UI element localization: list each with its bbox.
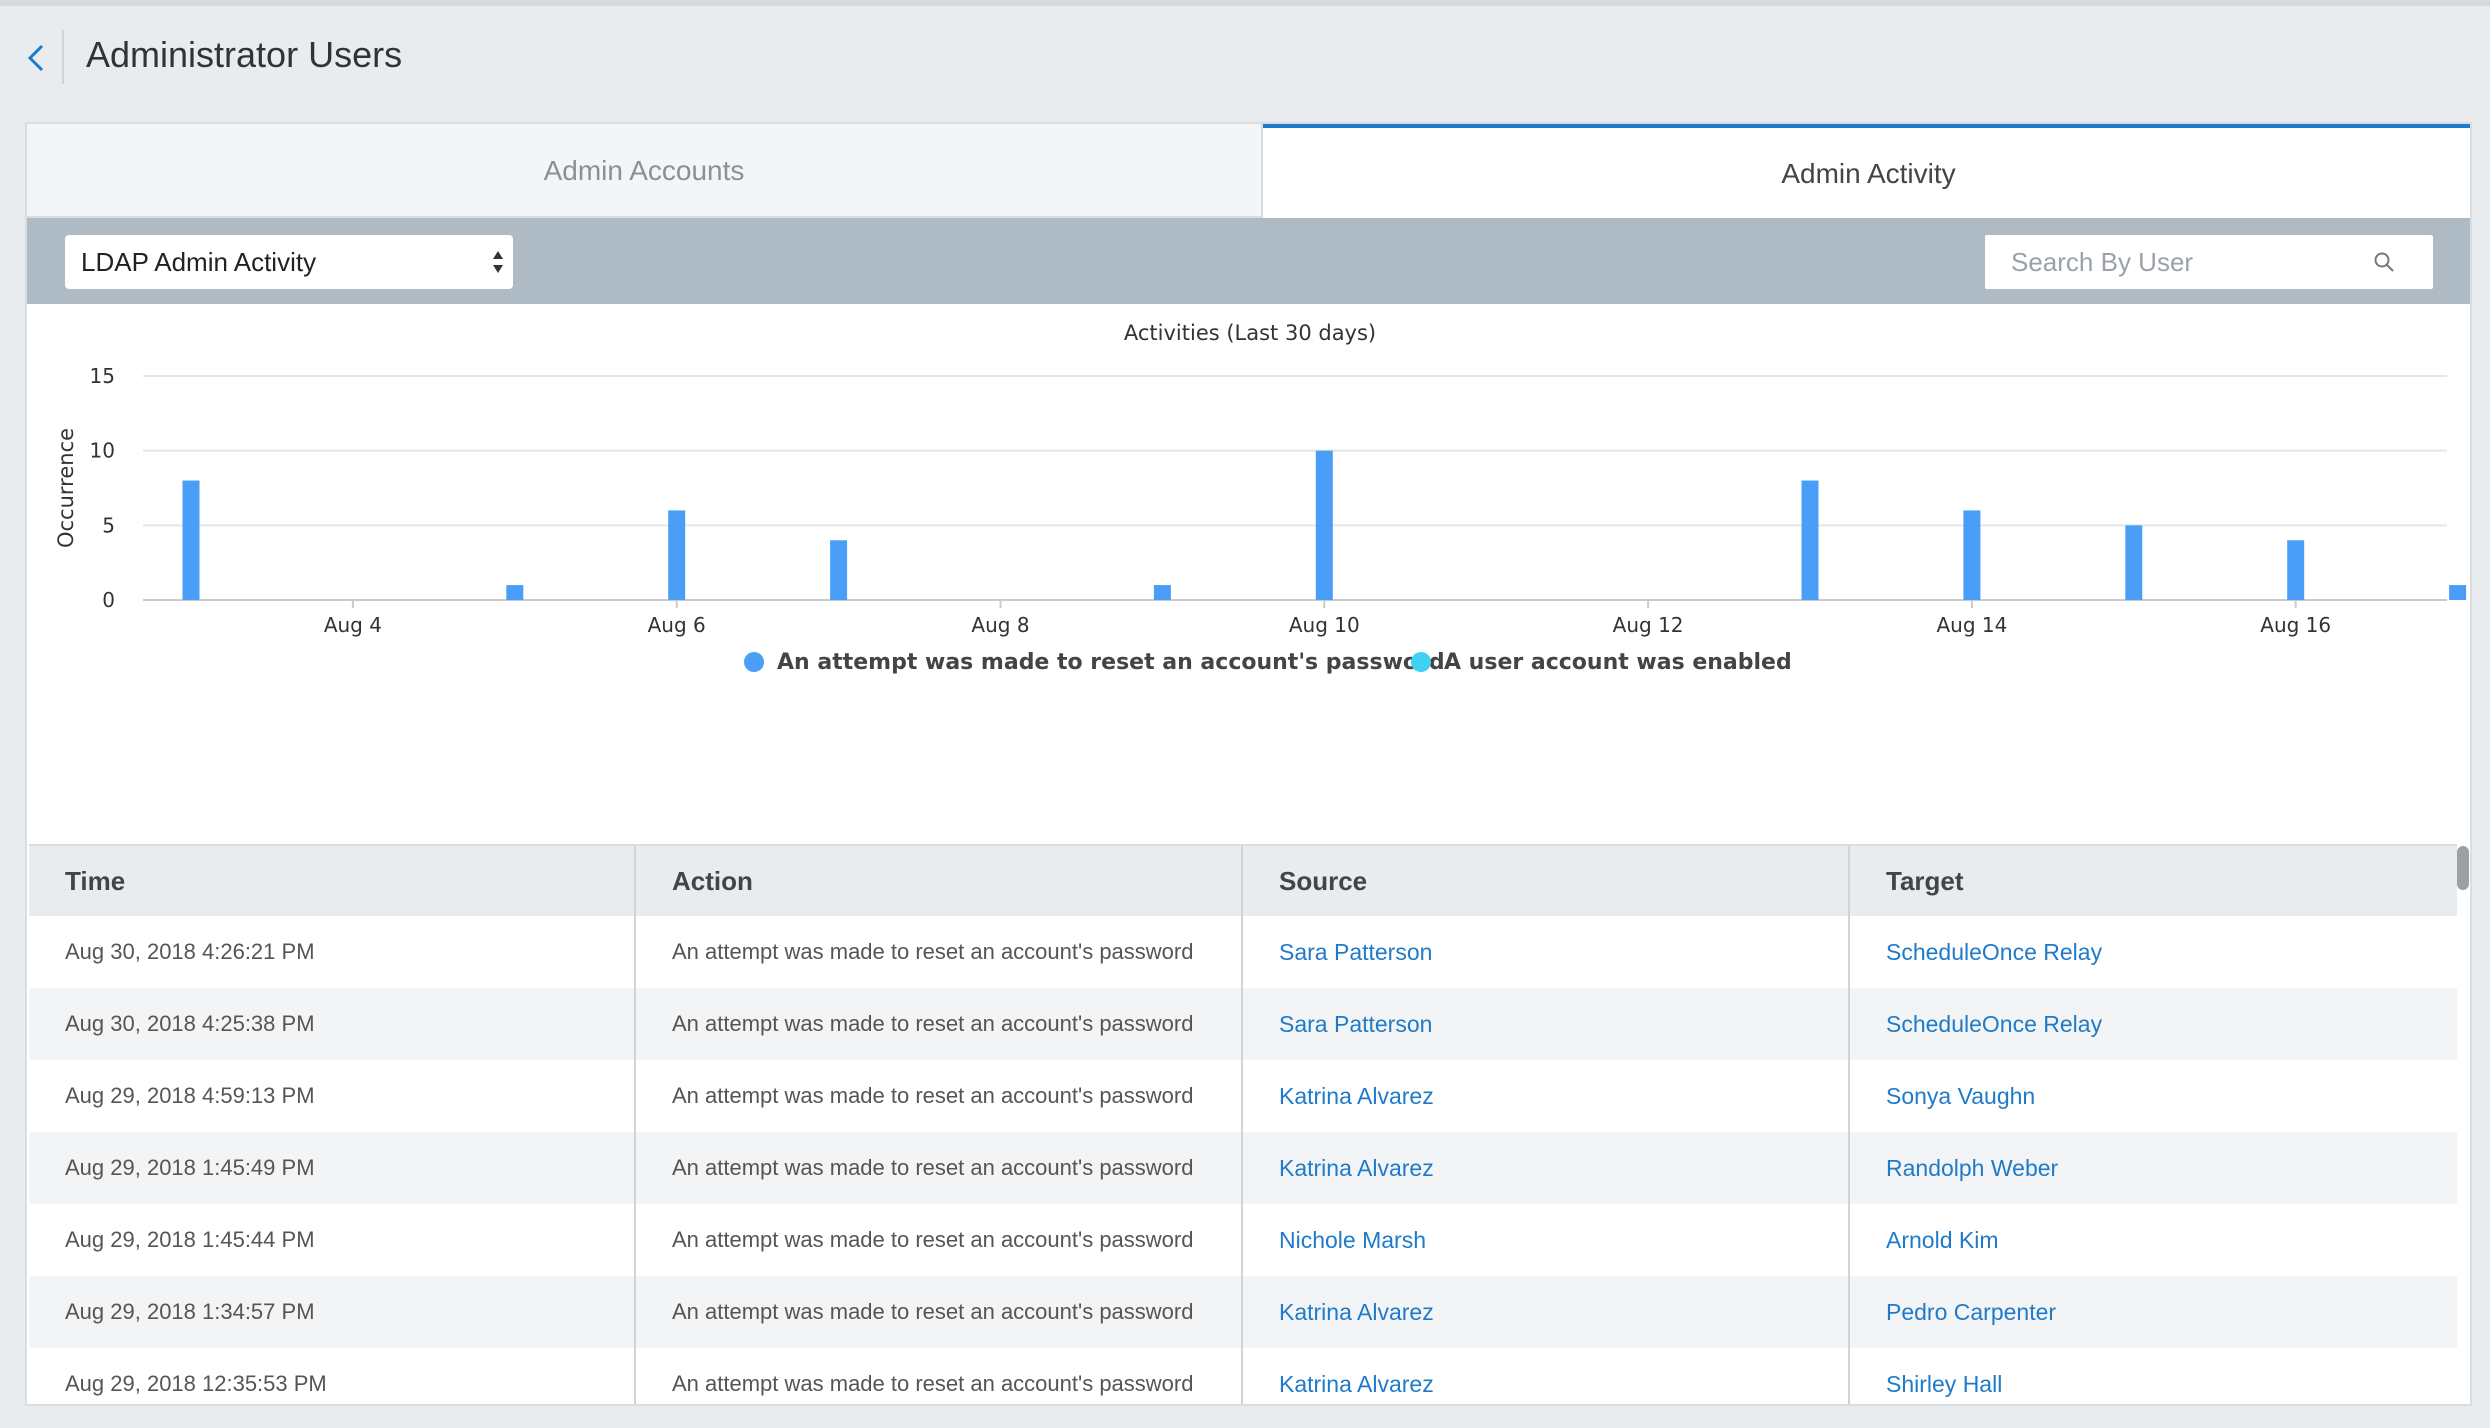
activity-type-select[interactable]: LDAP Admin Activity: [65, 235, 513, 289]
column-header-action[interactable]: Action: [636, 846, 1243, 916]
activity-type-value: LDAP Admin Activity: [81, 246, 317, 277]
cell-time: Aug 29, 2018 4:59:13 PM: [29, 1060, 636, 1132]
x-tick-label: Aug 6: [648, 613, 706, 637]
legend-label-password-reset: An attempt was made to reset an account'…: [777, 650, 1445, 675]
x-tick-label: Aug 14: [1936, 613, 2007, 637]
page-title: Administrator Users: [86, 34, 403, 75]
back-button[interactable]: [22, 36, 52, 80]
table-row: Aug 30, 2018 4:25:38 PM An attempt was m…: [29, 988, 2457, 1060]
y-tick-label: 0: [102, 588, 115, 612]
cell-time: Aug 29, 2018 1:45:49 PM: [29, 1132, 636, 1204]
x-tick-label: Aug 16: [2260, 613, 2331, 637]
bar-password-reset: [2449, 585, 2467, 600]
table-row: Aug 30, 2018 4:26:21 PM An attempt was m…: [29, 916, 2457, 988]
cell-time: Aug 29, 2018 1:34:57 PM: [29, 1276, 636, 1348]
bar-password-reset: [1315, 450, 1333, 600]
search-input[interactable]: [2011, 246, 2371, 278]
cell-source-link[interactable]: Nichole Marsh: [1243, 1204, 1850, 1276]
cell-action: An attempt was made to reset an account'…: [636, 1060, 1243, 1132]
cell-source-link[interactable]: Katrina Alvarez: [1243, 1348, 1850, 1404]
table-row: Aug 29, 2018 4:59:13 PM An attempt was m…: [29, 1060, 2457, 1132]
table-scrollbar[interactable]: [2457, 846, 2469, 890]
search-box[interactable]: [1985, 235, 2433, 289]
header-divider: [62, 30, 64, 84]
table-header: Time Action Source Target: [29, 846, 2457, 916]
legend-marker-account-enabled: [1411, 652, 1431, 672]
search-icon[interactable]: [2373, 251, 2395, 273]
column-header-target[interactable]: Target: [1850, 846, 2457, 916]
legend-marker-password-reset: [744, 652, 764, 672]
tab-admin-accounts[interactable]: Admin Accounts: [27, 124, 1263, 218]
cell-target-link[interactable]: Shirley Hall: [1850, 1348, 2457, 1404]
cell-action: An attempt was made to reset an account'…: [636, 1132, 1243, 1204]
bar-password-reset: [668, 510, 686, 600]
bar-password-reset: [2125, 525, 2143, 600]
x-tick-label: Aug 8: [971, 613, 1029, 637]
activity-chart: Activities (Last 30 days) 0 5 10 15 Occurrenc…: [27, 304, 2470, 844]
x-tick-label: Aug 10: [1289, 613, 1360, 637]
cell-time: Aug 30, 2018 4:26:21 PM: [29, 916, 636, 988]
cell-action: An attempt was made to reset an account'…: [636, 1348, 1243, 1404]
cell-source-link[interactable]: Katrina Alvarez: [1243, 1060, 1850, 1132]
cell-source-link[interactable]: Sara Patterson: [1243, 916, 1850, 988]
cell-target-link[interactable]: Pedro Carpenter: [1850, 1276, 2457, 1348]
cell-target-link[interactable]: ScheduleOnce Relay: [1850, 916, 2457, 988]
column-header-source[interactable]: Source: [1243, 846, 1850, 916]
bar-password-reset: [506, 585, 524, 600]
cell-target-link[interactable]: ScheduleOnce Relay: [1850, 988, 2457, 1060]
cell-time: Aug 29, 2018 1:45:44 PM: [29, 1204, 636, 1276]
cell-source-link[interactable]: Sara Patterson: [1243, 988, 1850, 1060]
sort-arrows-icon: [493, 251, 503, 273]
column-header-time[interactable]: Time: [29, 846, 636, 916]
table-row: Aug 29, 2018 1:45:44 PM An attempt was m…: [29, 1204, 2457, 1276]
filter-bar: LDAP Admin Activity: [27, 218, 2470, 304]
tab-admin-activity[interactable]: Admin Activity: [1263, 124, 2470, 220]
cell-time: Aug 30, 2018 4:25:38 PM: [29, 988, 636, 1060]
bar-password-reset: [2287, 540, 2305, 600]
bar-password-reset: [830, 540, 848, 600]
tab-bar: Admin Accounts Admin Activity: [27, 124, 2470, 220]
x-tick-label: Aug 4: [324, 613, 382, 637]
cell-target-link[interactable]: Sonya Vaughn: [1850, 1060, 2457, 1132]
cell-source-link[interactable]: Katrina Alvarez: [1243, 1132, 1850, 1204]
page-header: Administrator Users: [0, 6, 2490, 98]
cell-action: An attempt was made to reset an account'…: [636, 1276, 1243, 1348]
chevron-left-icon: [27, 44, 44, 72]
x-tick-label: Aug 12: [1613, 613, 1684, 637]
legend-label-account-enabled: A user account was enabled: [1444, 650, 1792, 675]
y-tick-label: 10: [90, 439, 115, 463]
cell-source-link[interactable]: Katrina Alvarez: [1243, 1276, 1850, 1348]
y-axis-label: Occurrence: [54, 428, 78, 548]
table-row: Aug 29, 2018 12:35:53 PM An attempt was …: [29, 1348, 2457, 1404]
table-body: Aug 30, 2018 4:26:21 PM An attempt was m…: [29, 916, 2457, 1404]
main-panel: Admin Accounts Admin Activity LDAP Admin…: [25, 122, 2472, 1406]
activity-table: Time Action Source Target Aug 30, 2018 4…: [29, 844, 2457, 1404]
table-row: Aug 29, 2018 1:34:57 PM An attempt was m…: [29, 1276, 2457, 1348]
y-tick-label: 5: [102, 513, 115, 537]
bar-password-reset: [1963, 510, 1981, 600]
bar-password-reset: [182, 480, 200, 600]
bar-password-reset: [1801, 480, 1819, 600]
cell-time: Aug 29, 2018 12:35:53 PM: [29, 1348, 636, 1404]
cell-target-link[interactable]: Randolph Weber: [1850, 1132, 2457, 1204]
cell-target-link[interactable]: Arnold Kim: [1850, 1204, 2457, 1276]
bar-password-reset: [1153, 585, 1171, 600]
cell-action: An attempt was made to reset an account'…: [636, 1204, 1243, 1276]
chart-title: Activities (Last 30 days): [1124, 321, 1376, 345]
table-row: Aug 29, 2018 1:45:49 PM An attempt was m…: [29, 1132, 2457, 1204]
cell-action: An attempt was made to reset an account'…: [636, 988, 1243, 1060]
cell-action: An attempt was made to reset an account'…: [636, 916, 1243, 988]
chart-svg: Activities (Last 30 days) 0 5 10 15 Occurrenc…: [54, 321, 2467, 675]
y-tick-label: 15: [90, 364, 115, 388]
